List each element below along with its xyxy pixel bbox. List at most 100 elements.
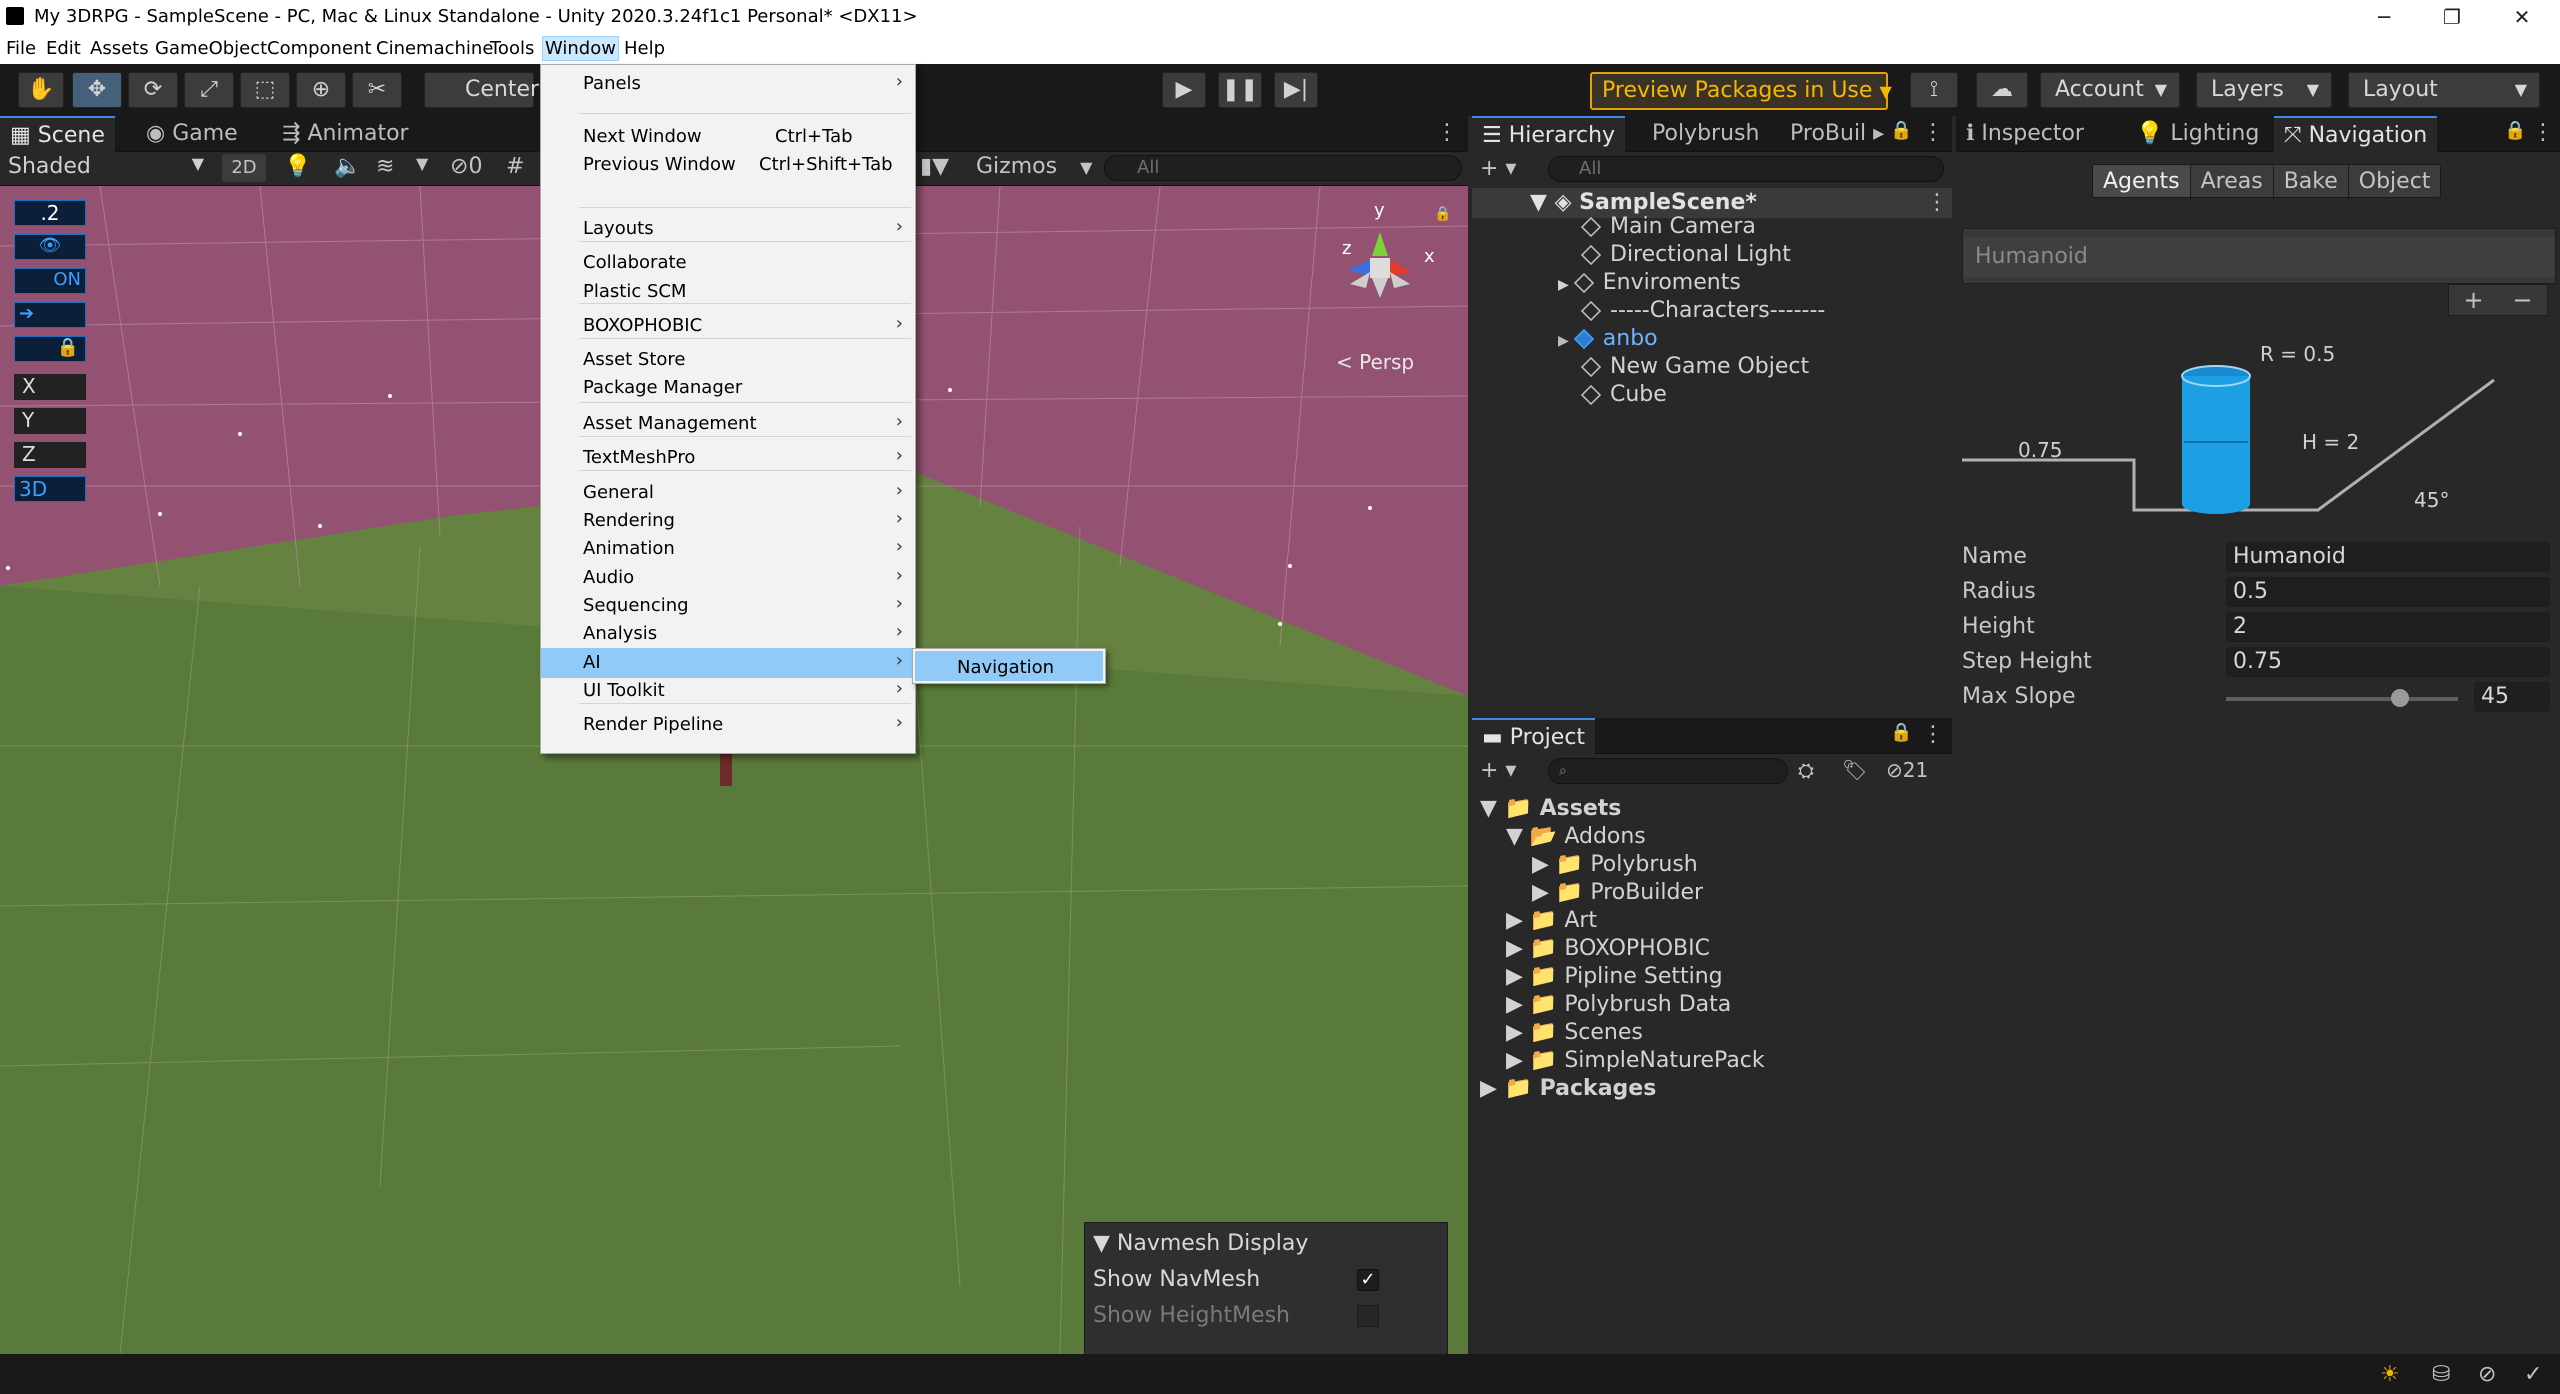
- collab-icon[interactable]: ⟟: [1910, 72, 1958, 108]
- menu-item-previous-window[interactable]: Previous Window Ctrl+Shift+Tab: [541, 150, 915, 180]
- effects-toggle-icon[interactable]: ≋: [376, 154, 394, 179]
- create-asset-button[interactable]: + ▾: [1480, 758, 1516, 783]
- cloud-icon[interactable]: ☁: [1976, 72, 2028, 108]
- tab-object[interactable]: Object: [2347, 165, 2441, 197]
- more-options-icon[interactable]: ⋮: [1922, 120, 1944, 145]
- menu-item-textmeshpro[interactable]: TextMeshPro ›: [541, 443, 915, 473]
- tab-navigation[interactable]: ⤧ Navigation: [2274, 116, 2438, 152]
- arrow-toggle-icon[interactable]: ➔: [14, 302, 86, 328]
- slider-thumb[interactable]: [2391, 689, 2409, 707]
- project-item-simplenaturepack[interactable]: ▶ 📁 SimpleNaturePack: [1506, 1048, 1765, 1073]
- move-tool-icon[interactable]: ✥: [72, 72, 122, 108]
- show-heightmesh-checkbox[interactable]: [1357, 1305, 1379, 1327]
- audio-toggle-icon[interactable]: 🔈: [334, 154, 361, 179]
- menu-window[interactable]: Window: [542, 36, 619, 61]
- menu-item-ui-toolkit[interactable]: UI Toolkit ›: [541, 676, 915, 706]
- menu-item-layouts[interactable]: Layouts ›: [541, 214, 915, 244]
- cache-server-icon[interactable]: ⛁: [2432, 1362, 2450, 1387]
- project-item-scenes[interactable]: ▶ 📁 Scenes: [1506, 1020, 1643, 1045]
- snap-x[interactable]: X: [14, 374, 86, 400]
- persp-label[interactable]: < Persp: [1336, 350, 1414, 374]
- lock-icon[interactable]: 🔒: [1890, 722, 1912, 743]
- submenu-item-navigation[interactable]: Navigation: [915, 651, 1103, 681]
- preview-packages-button[interactable]: Preview Packages in Use ▼: [1590, 72, 1892, 110]
- more-options-icon[interactable]: ⋮: [1922, 722, 1944, 747]
- hierarchy-item-enviroments[interactable]: ▶ Enviroments: [1558, 270, 1741, 295]
- remove-agent-button[interactable]: −: [2512, 286, 2532, 314]
- filter-label-icon[interactable]: 🏷: [1842, 758, 1867, 782]
- more-options-icon[interactable]: ⋮: [1926, 190, 1948, 215]
- menu-item-audio[interactable]: Audio ›: [541, 563, 915, 593]
- menu-edit[interactable]: Edit: [46, 38, 81, 59]
- project-item-assets[interactable]: ▼ 📁 Assets: [1480, 796, 1621, 821]
- play-button[interactable]: ▶: [1162, 72, 1206, 108]
- tab-areas[interactable]: Areas: [2189, 165, 2273, 197]
- show-navmesh-checkbox[interactable]: ✓: [1357, 1269, 1379, 1291]
- layout-dropdown[interactable]: Layout ▼: [2348, 72, 2540, 108]
- max-slope-slider[interactable]: [2226, 689, 2458, 707]
- project-item-packages[interactable]: ▶ 📁 Packages: [1480, 1076, 1656, 1101]
- add-agent-button[interactable]: +: [2463, 286, 2483, 314]
- project-item-polybrush[interactable]: ▶ 📁 Polybrush: [1532, 852, 1698, 877]
- lighting-bake-icon[interactable]: ☀: [2380, 1362, 2400, 1387]
- menu-item-analysis[interactable]: Analysis ›: [541, 619, 915, 649]
- account-dropdown[interactable]: Account ▼: [2040, 72, 2180, 108]
- on-toggle[interactable]: ON: [14, 268, 86, 294]
- hierarchy-item-cube[interactable]: Cube: [1580, 382, 1667, 407]
- agent-list-item-humanoid[interactable]: Humanoid: [1963, 237, 2555, 277]
- expand-arrow-icon[interactable]: ▶: [1558, 333, 1569, 349]
- menu-component[interactable]: Component: [267, 38, 372, 59]
- snap-z[interactable]: Z: [14, 442, 86, 468]
- menu-item-asset-store[interactable]: Asset Store: [541, 345, 915, 375]
- lighting-toggle-icon[interactable]: 💡: [284, 154, 311, 179]
- shading-mode-dropdown[interactable]: Shaded ▼: [8, 154, 204, 184]
- menu-gameobject[interactable]: GameObject: [155, 38, 267, 59]
- hierarchy-search-input[interactable]: All: [1548, 156, 1944, 182]
- snap-y[interactable]: Y: [14, 408, 86, 434]
- project-item-polybrush-data[interactable]: ▶ 📁 Polybrush Data: [1506, 992, 1731, 1017]
- hierarchy-item-directional-light[interactable]: Directional Light: [1580, 242, 1791, 267]
- hidden-packages-toggle[interactable]: ⊘21: [1886, 758, 1928, 782]
- filter-type-icon[interactable]: ⛭: [1798, 758, 1814, 782]
- hierarchy-item-characters[interactable]: -----Characters-------: [1580, 298, 1825, 323]
- pause-button[interactable]: ❚❚: [1218, 72, 1262, 108]
- project-item-art[interactable]: ▶ 📁 Art: [1506, 908, 1597, 933]
- close-button[interactable]: ✕: [2494, 2, 2550, 32]
- pivot-center-toggle[interactable]: Center: [424, 72, 539, 108]
- menu-item-animation[interactable]: Animation ›: [541, 534, 915, 564]
- menu-item-ai[interactable]: AI ›: [541, 647, 915, 678]
- scene-search-input[interactable]: All: [1104, 155, 1462, 181]
- lock-icon[interactable]: 🔒: [1890, 120, 1912, 141]
- hand-tool-icon[interactable]: ✋: [18, 72, 64, 108]
- tab-inspector[interactable]: ℹ Inspector: [1956, 116, 2094, 152]
- tab-hierarchy[interactable]: ☰ Hierarchy: [1472, 116, 1626, 152]
- more-options-icon[interactable]: ⋮: [1436, 120, 1458, 145]
- name-field[interactable]: Humanoid: [2226, 542, 2550, 572]
- 3d-toggle[interactable]: 3D: [14, 476, 86, 502]
- menu-item-collaborate[interactable]: Collaborate: [541, 248, 915, 278]
- gizmos-dropdown[interactable]: Gizmos ▼: [976, 154, 1092, 179]
- 2d-toggle[interactable]: 2D: [222, 154, 266, 182]
- tab-project[interactable]: ▬ Project: [1472, 718, 1596, 754]
- debug-icon[interactable]: ⊘: [2478, 1362, 2496, 1387]
- more-options-icon[interactable]: ⋮: [2532, 120, 2554, 145]
- transform-tool-icon[interactable]: ⊕: [296, 72, 346, 108]
- project-item-pipline-setting[interactable]: ▶ 📁 Pipline Setting: [1506, 964, 1723, 989]
- tab-probuilder[interactable]: ProBuil ▸: [1780, 116, 1894, 152]
- menu-file[interactable]: File: [6, 38, 36, 59]
- project-search-input[interactable]: ⌕: [1548, 758, 1788, 784]
- tab-lighting[interactable]: 💡 Lighting: [2126, 116, 2269, 152]
- menu-item-render-pipeline[interactable]: Render Pipeline ›: [541, 710, 915, 740]
- tab-agents[interactable]: Agents: [2093, 165, 2190, 197]
- hierarchy-item-new-game-object[interactable]: New Game Object: [1580, 354, 1809, 379]
- hierarchy-item-main-camera[interactable]: Main Camera: [1580, 214, 1756, 239]
- radius-field[interactable]: 0.5: [2226, 577, 2550, 607]
- project-item-probuilder[interactable]: ▶ 📁 ProBuilder: [1532, 880, 1703, 905]
- menu-item-boxophobic[interactable]: BOXOPHOBIC ›: [541, 311, 915, 341]
- menu-item-plastic-scm[interactable]: Plastic SCM: [541, 277, 915, 307]
- rotate-tool-icon[interactable]: ⟳: [128, 72, 178, 108]
- layers-dropdown[interactable]: Layers ▼: [2196, 72, 2332, 108]
- height-field[interactable]: 2: [2226, 612, 2550, 642]
- menu-tools[interactable]: Tools: [490, 38, 534, 59]
- minimize-button[interactable]: ─: [2356, 2, 2412, 32]
